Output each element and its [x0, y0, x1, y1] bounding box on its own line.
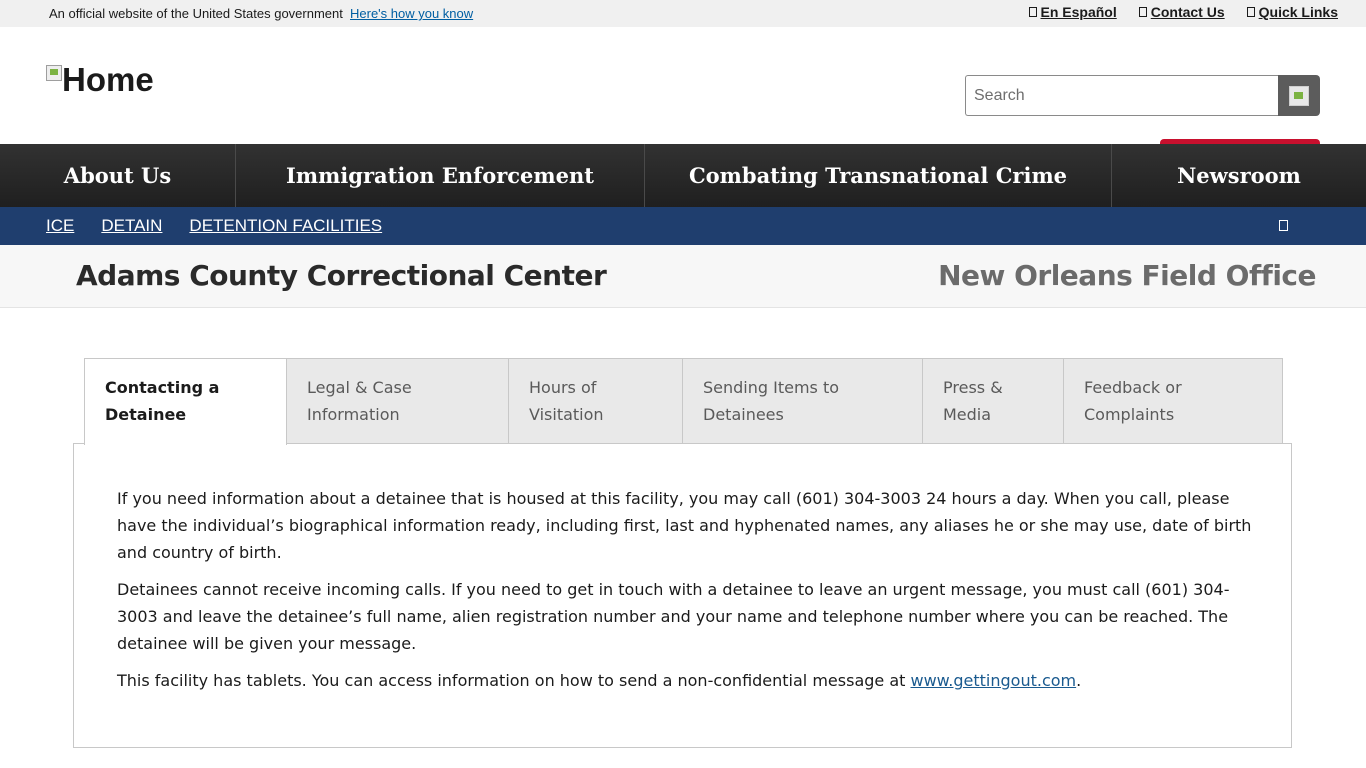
broken-image-icon — [46, 65, 62, 81]
gov-banner: An official website of the United States… — [0, 0, 1366, 27]
facility-name: Adams County Correctional Center — [76, 259, 607, 292]
nav-immigration-enforcement[interactable]: Immigration Enforcement — [236, 144, 645, 207]
nav-about-us[interactable]: About Us — [0, 144, 236, 207]
tab-label-line2: Visitation — [529, 405, 604, 424]
phone-icon — [1138, 7, 1147, 17]
heres-how-you-know-link[interactable]: Here's how you know — [350, 6, 473, 21]
contact-us-label: Contact Us — [1150, 4, 1225, 20]
nav-combating-transnational-crime[interactable]: Combating Transnational Crime — [645, 144, 1112, 207]
content-paragraph-2: Detainees cannot receive incoming calls.… — [117, 580, 1230, 653]
tab-label-line1: Contacting a — [105, 378, 220, 397]
breadcrumb-ice[interactable]: ICE — [46, 216, 74, 236]
en-espanol-label: En Español — [1040, 4, 1117, 20]
en-espanol-link[interactable]: En Español — [1028, 4, 1117, 20]
content-paragraph-3-prefix: This facility has tablets. You can acces… — [117, 671, 911, 690]
tab-sending-items-to-detainees[interactable]: Sending Items to Detainees — [683, 358, 923, 444]
utility-links: En Español Contact Us Quick Links — [1028, 4, 1338, 20]
quick-links-label: Quick Links — [1258, 4, 1338, 20]
breadcrumb-bar: ICE DETAIN DETENTION FACILITIES — [0, 207, 1366, 245]
share-icon[interactable] — [1279, 220, 1288, 231]
breadcrumb-detain[interactable]: DETAIN — [101, 216, 162, 236]
tab-contacting-a-detainee[interactable]: Contacting a Detainee — [84, 358, 287, 445]
tab-legal-case-information[interactable]: Legal & Case Information — [287, 358, 509, 444]
tab-label-line1: Sending Items to — [703, 378, 840, 397]
content-paragraph-3-suffix: . — [1076, 671, 1082, 690]
search-form — [965, 75, 1320, 116]
gov-banner-text: An official website of the United States… — [49, 6, 343, 21]
tab-hours-of-visitation[interactable]: Hours of Visitation — [509, 358, 683, 444]
tab-label-line2: Detainee — [105, 405, 187, 424]
tab-press-media[interactable]: Press & Media — [923, 358, 1064, 444]
gettingout-link[interactable]: www.gettingout.com — [911, 671, 1077, 690]
tab-label-line2: Media — [943, 405, 992, 424]
content-paragraph-1: If you need information about a detainee… — [117, 489, 1252, 562]
tab-label-line1: Press & — [943, 378, 1003, 397]
breadcrumb: ICE DETAIN DETENTION FACILITIES — [46, 216, 382, 236]
tab-content-text: If you need information about a detainee… — [117, 485, 1252, 704]
tab-label-line1: Legal & Case — [307, 378, 412, 397]
tab-label-line1: Hours of — [529, 378, 597, 397]
tab-content-panel: If you need information about a detainee… — [73, 443, 1292, 748]
tab-feedback-or-complaints[interactable]: Feedback or Complaints — [1064, 358, 1283, 444]
facility-header: Adams County Correctional Center New Orl… — [0, 245, 1366, 308]
logo-alt-text: Home — [62, 61, 154, 98]
search-button[interactable] — [1278, 75, 1320, 116]
tab-label-line1: Feedback or — [1084, 378, 1182, 397]
link-icon — [1246, 7, 1255, 17]
content-paragraph-3: This facility has tablets. You can acces… — [117, 667, 1252, 694]
breadcrumb-detention-facilities[interactable]: DETENTION FACILITIES — [189, 216, 382, 236]
search-icon — [1289, 85, 1309, 106]
tab-label-line2: Information — [307, 405, 400, 424]
field-office-name: New Orleans Field Office — [938, 259, 1316, 292]
quick-links-link[interactable]: Quick Links — [1246, 4, 1338, 20]
nav-newsroom[interactable]: Newsroom — [1112, 144, 1366, 207]
contact-us-link[interactable]: Contact Us — [1138, 4, 1225, 20]
tab-label-line2: Complaints — [1084, 405, 1175, 424]
main-nav: About Us Immigration Enforcement Combati… — [0, 144, 1366, 207]
home-logo-link[interactable]: Home — [46, 63, 154, 97]
facility-tabs: Contacting a Detainee Legal & Case Infor… — [84, 358, 1283, 445]
globe-icon — [1028, 7, 1037, 17]
tab-label-line2: Detainees — [703, 405, 784, 424]
site-header: Home — [0, 27, 1366, 144]
search-input[interactable] — [965, 75, 1278, 116]
